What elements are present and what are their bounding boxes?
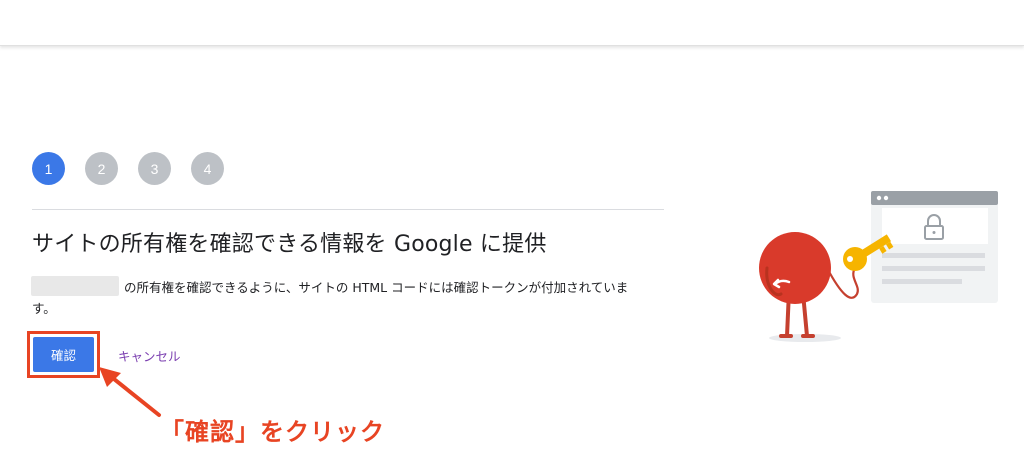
description-text: の所有権を確認できるように、サイトの HTML コードには確認トークンが付加され… bbox=[124, 280, 629, 295]
character-mascot bbox=[759, 232, 831, 338]
step-3: 3 bbox=[138, 152, 171, 185]
verification-illustration bbox=[759, 191, 998, 342]
top-bar bbox=[0, 0, 1024, 46]
cancel-button[interactable]: キャンセル bbox=[118, 346, 181, 365]
divider bbox=[32, 209, 664, 210]
annotation-arrow-icon bbox=[99, 367, 161, 417]
annotation-label: 「確認」をクリック bbox=[160, 418, 385, 446]
page-title: サイトの所有権を確認できる情報を Google に提供 bbox=[32, 232, 547, 257]
stepper: 1 2 3 4 bbox=[32, 152, 224, 185]
step-2: 2 bbox=[85, 152, 118, 185]
step-4: 4 bbox=[191, 152, 224, 185]
verify-button[interactable]: 確認 bbox=[33, 337, 94, 372]
step-1: 1 bbox=[32, 152, 65, 185]
description-text-continued: す。 bbox=[32, 301, 56, 316]
redacted-site-url bbox=[31, 276, 119, 296]
